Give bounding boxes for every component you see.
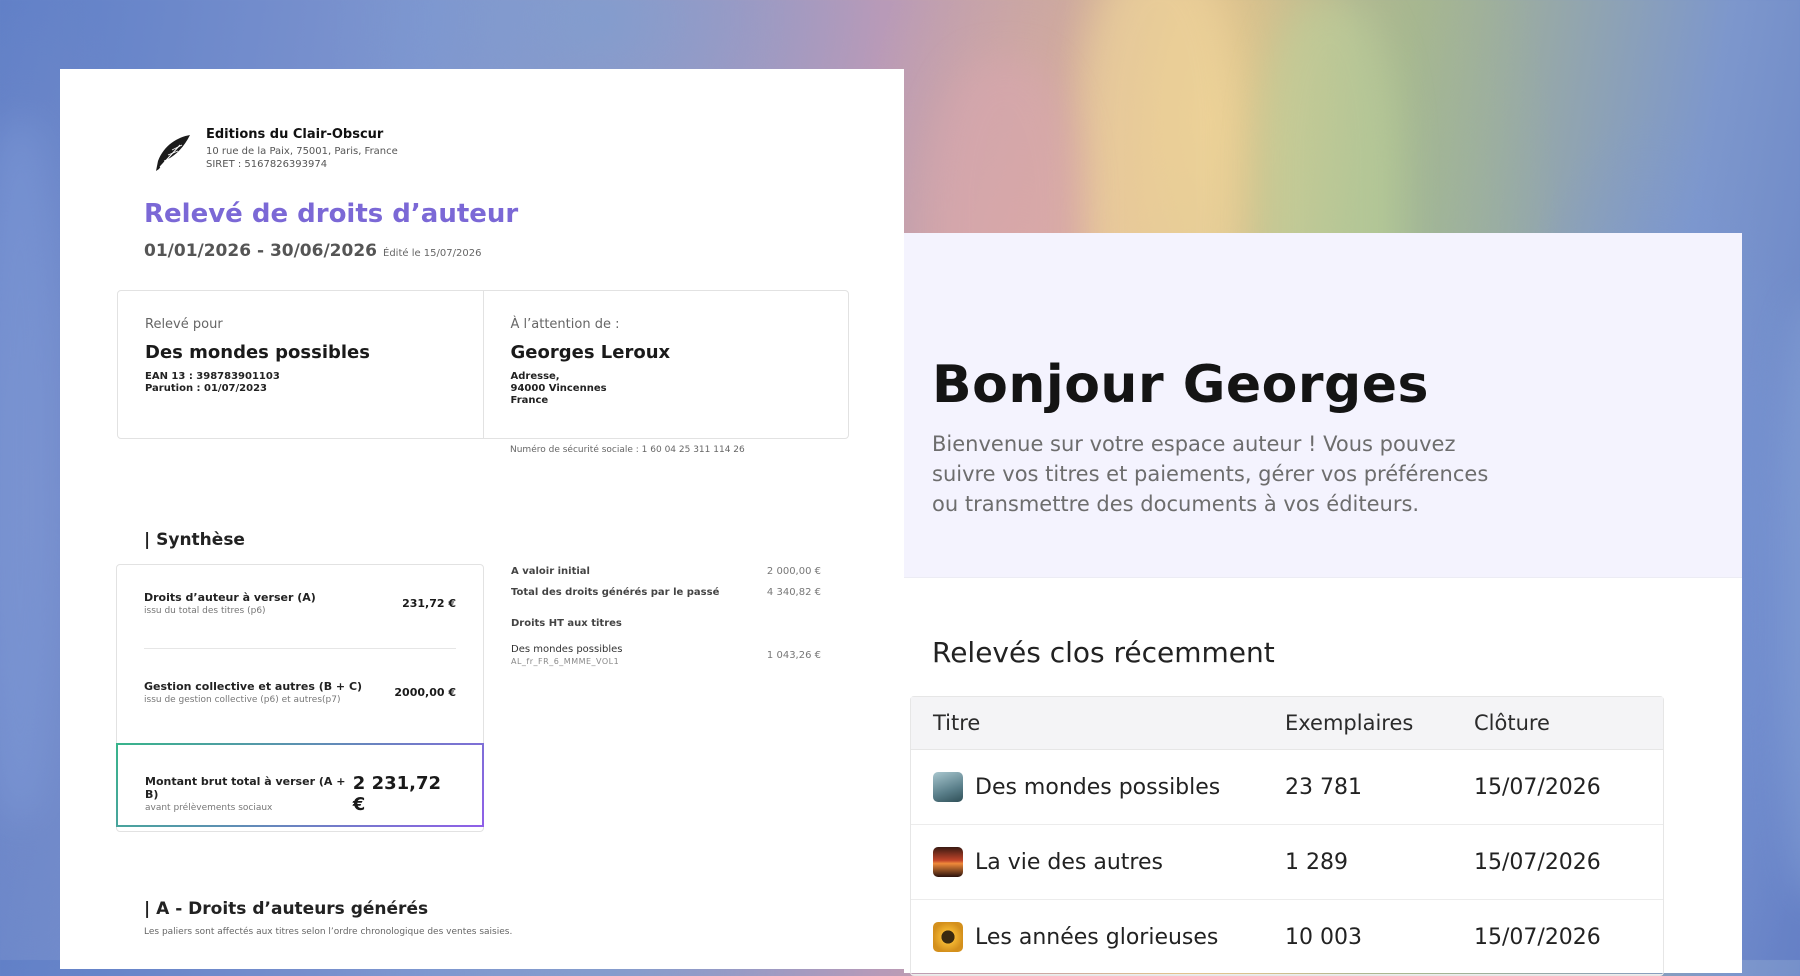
attention-label: À l’attention de : (510, 317, 620, 332)
total-value: 2 231,72 € (352, 773, 442, 815)
table-header: Titre Exemplaires Clôture (911, 697, 1663, 750)
column-header-copies[interactable]: Exemplaires (1285, 711, 1474, 735)
cover-thumbnail-icon (933, 922, 963, 952)
row-a-value: 231,72 € (402, 597, 456, 610)
recent-statements-heading: Relevés clos récemment (932, 636, 1275, 669)
social-security-number: Numéro de sécurité sociale : 1 60 04 25 … (510, 445, 745, 455)
column-header-title[interactable]: Titre (911, 711, 1285, 735)
detail-past-value: 4 340,82 € (766, 587, 821, 598)
statement-period: 01/01/2026 - 30/06/2026 Édité le 15/07/20… (144, 241, 481, 261)
detail-book-title: Des mondes possibles (511, 644, 623, 655)
statement-title: Relevé de droits d’auteur (144, 199, 519, 229)
row-bc-sub: issu de gestion collective (p6) et autre… (144, 695, 341, 705)
statement-for-label: Relevé pour (145, 317, 223, 332)
table-row[interactable]: Des mondes possibles 23 781 15/07/2026 (911, 750, 1663, 825)
cover-thumbnail-icon (933, 847, 963, 877)
row-copies: 1 289 (1285, 849, 1348, 875)
detail-initial-value: 2 000,00 € (766, 566, 821, 577)
publisher-name: Editions du Clair-Obscur (206, 127, 384, 142)
publisher-address: 10 rue de la Paix, 75001, Paris, France (206, 146, 398, 157)
column-header-closing[interactable]: Clôture (1474, 711, 1663, 735)
row-a-title: Droits d’auteur à verser (A) (144, 591, 316, 604)
row-closing: 15/07/2026 (1474, 849, 1601, 875)
detail-book: Des mondes possibles AL_fr_FR_6_MMME_VOL… (511, 644, 821, 666)
synthesis-row-bc: Gestion collective et autres (B + C) iss… (144, 680, 456, 705)
statement-book-title: Des mondes possibles (145, 342, 370, 363)
recent-statements-table: Titre Exemplaires Clôture Des mondes pos… (910, 696, 1664, 976)
author-name: Georges Leroux (510, 342, 671, 363)
total-amount-card: Montant brut total à verser (A + B) avan… (116, 743, 484, 827)
period-range: 01/01/2026 - 30/06/2026 (144, 241, 377, 261)
statement-for-block: Relevé pour Des mondes possibles EAN 13 … (118, 291, 483, 438)
section-a-heading: | A - Droits d’auteurs générés (144, 899, 429, 919)
row-bc-title: Gestion collective et autres (B + C) (144, 680, 363, 693)
book-meta: EAN 13 : 398783901103 Parution : 01/07/2… (145, 371, 280, 394)
synthesis-heading: | Synthèse (144, 530, 245, 550)
greeting-heading: Bonjour Georges (932, 355, 1429, 415)
table-row[interactable]: Les années glorieuses 10 003 15/07/2026 (911, 900, 1663, 975)
detail-past: Total des droits générés par le passé 4 … (511, 587, 821, 598)
edited-date: Édité le 15/07/2026 (383, 248, 482, 259)
section-a-note: Les paliers sont affectés aux titres sel… (144, 927, 513, 937)
recipient-card: Relevé pour Des mondes possibles EAN 13 … (117, 290, 849, 439)
row-title[interactable]: La vie des autres (975, 850, 1163, 875)
synthesis-row-total: Montant brut total à verser (A + B) avan… (145, 773, 455, 815)
detail-book-value: 1 043,26 € (766, 649, 821, 661)
table-row[interactable]: La vie des autres 1 289 15/07/2026 (911, 825, 1663, 900)
row-closing: 15/07/2026 (1474, 924, 1601, 950)
row-closing: 15/07/2026 (1474, 774, 1601, 800)
attention-block: À l’attention de : Georges Leroux Adress… (482, 291, 849, 438)
synthesis-row-a: Droits d’auteur à verser (A) issu du tot… (144, 591, 456, 616)
detail-initial: A valoir initial 2 000,00 € (511, 566, 821, 577)
cover-thumbnail-icon (933, 772, 963, 802)
row-copies: 10 003 (1285, 924, 1362, 950)
row-copies: 23 781 (1285, 774, 1362, 800)
publisher-siret: SIRET : 5167826393974 (206, 159, 328, 170)
row-bc-value: 2000,00 € (394, 686, 456, 699)
total-title: Montant brut total à verser (A + B) (145, 775, 346, 801)
detail-initial-label: A valoir initial (511, 566, 590, 577)
feather-logo-icon (156, 135, 190, 171)
detail-ht-label: Droits HT aux titres (511, 618, 622, 629)
royalty-statement-document: Editions du Clair-Obscur 10 rue de la Pa… (60, 69, 904, 969)
synthesis-divider (144, 648, 456, 649)
row-title[interactable]: Les années glorieuses (975, 925, 1218, 950)
row-title[interactable]: Des mondes possibles (975, 775, 1220, 800)
publisher-header: Editions du Clair-Obscur 10 rue de la Pa… (150, 125, 398, 175)
welcome-text: Bienvenue sur votre espace auteur ! Vous… (932, 432, 1489, 516)
row-a-sub: issu du total des titres (p6) (144, 606, 266, 616)
author-address: Adresse, 94000 Vincennes France (510, 371, 607, 406)
total-sub: avant prélèvements sociaux (145, 803, 273, 813)
detail-ht: Droits HT aux titres (511, 618, 821, 629)
detail-past-label: Total des droits générés par le passé (511, 587, 720, 598)
author-dashboard-panel: Bonjour Georges Bienvenue sur votre espa… (904, 233, 1742, 976)
detail-book-code: AL_fr_FR_6_MMME_VOL1 (511, 657, 620, 666)
